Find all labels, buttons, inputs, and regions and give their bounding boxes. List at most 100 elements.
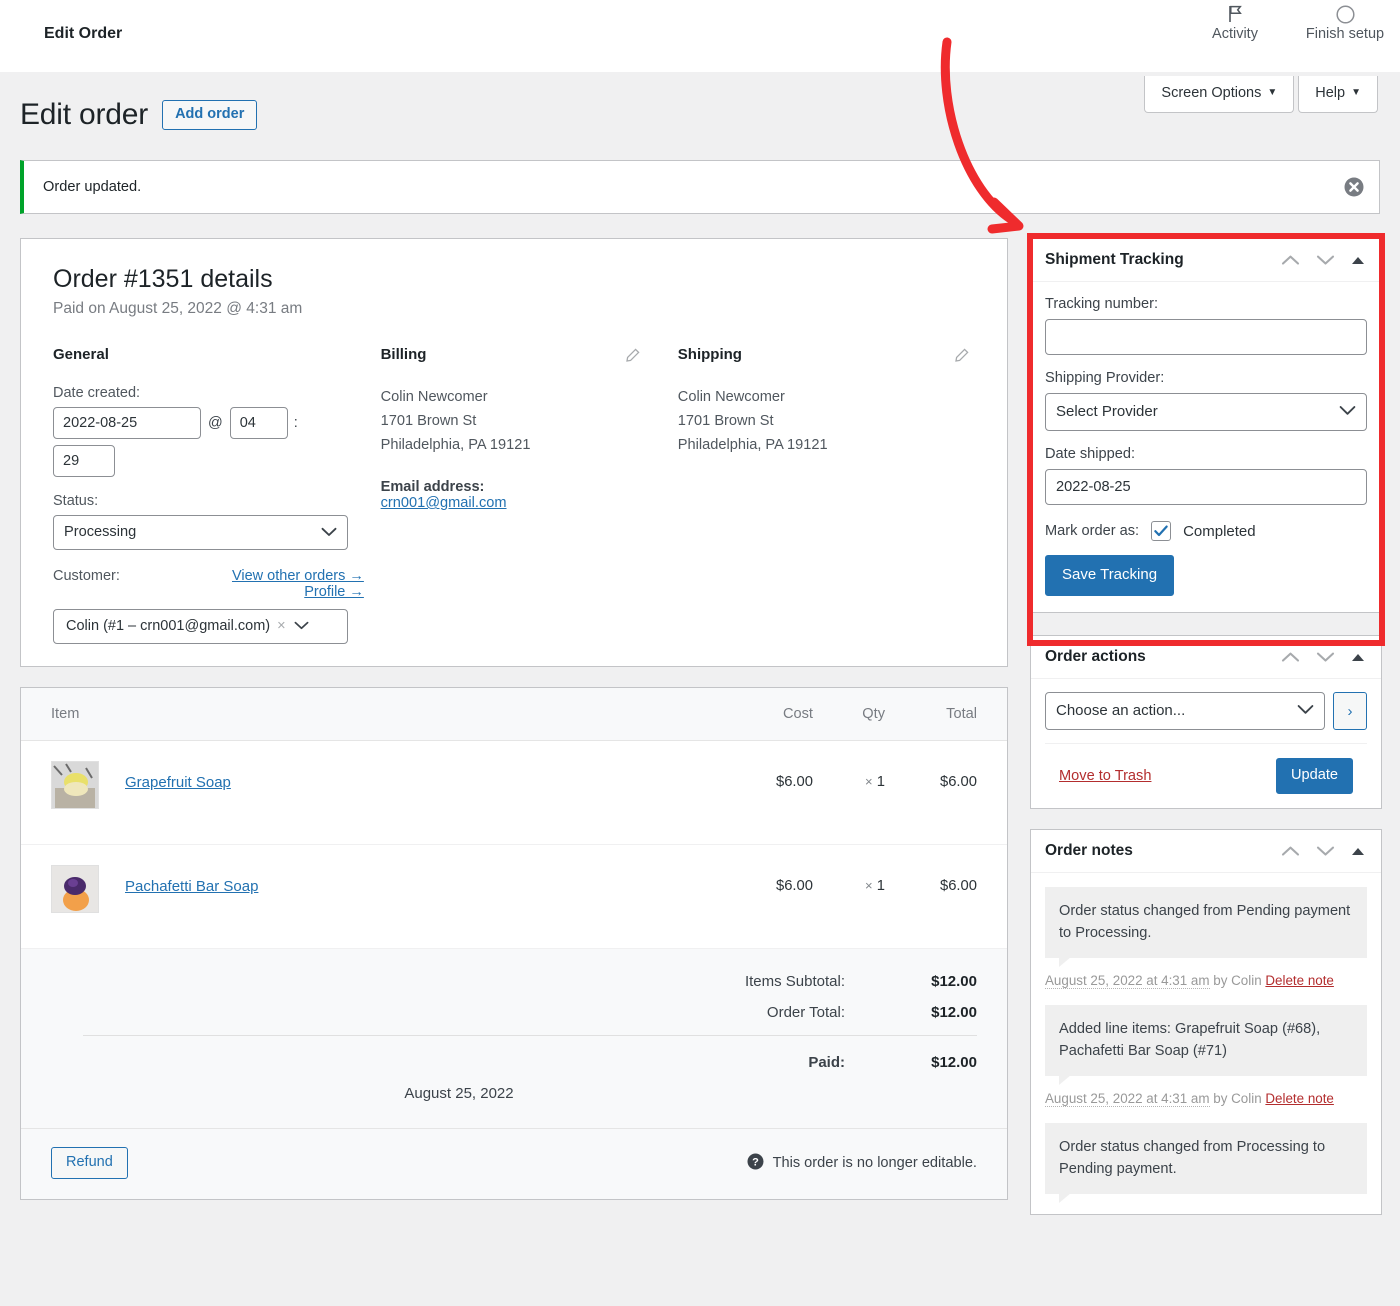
chevron-up-icon[interactable]	[1281, 254, 1300, 266]
not-editable-text: This order is no longer editable.	[772, 1155, 977, 1171]
order-subheading: Paid on August 25, 2022 @ 4:31 am	[53, 300, 303, 317]
list-item: Order status changed from Processing to …	[1045, 1123, 1367, 1203]
billing-street: 1701 Brown St	[380, 413, 477, 429]
apply-action-button[interactable]: ›	[1333, 692, 1367, 730]
date-created-label: Date created:	[53, 385, 141, 401]
chevron-up-icon[interactable]	[1281, 651, 1300, 663]
screen-options-button[interactable]: Screen Options ▼	[1144, 76, 1295, 113]
product-link[interactable]: Pachafetti Bar Soap	[125, 878, 258, 895]
status-select[interactable]: Processing	[53, 515, 348, 550]
add-order-button[interactable]: Add order	[162, 100, 258, 130]
item-qty: × 1	[813, 761, 885, 790]
table-row: Grapefruit Soap $6.00 × 1 $6.00	[21, 741, 1007, 845]
adminbar-item-activity[interactable]: Activity	[1180, 4, 1290, 42]
customer-select[interactable]: Colin (#1 – crn001@gmail.com) ×	[53, 609, 348, 644]
help-label: Help	[1315, 85, 1346, 101]
delete-note-link[interactable]: Delete note	[1265, 973, 1334, 988]
chevron-down-icon[interactable]	[1316, 254, 1335, 266]
edit-pencil-icon[interactable]	[625, 348, 640, 366]
qty-multiplier: ×	[865, 878, 873, 893]
panel-handles	[1281, 651, 1369, 663]
chevron-down-icon	[294, 618, 309, 634]
status-label: Status:	[53, 493, 99, 509]
panel-title: Shipment Tracking	[1045, 251, 1184, 268]
totals-divider	[83, 1035, 977, 1036]
move-to-trash-link[interactable]: Move to Trash	[1059, 768, 1151, 784]
shipping-provider-select-wrap: Select Provider	[1045, 393, 1367, 431]
shipment-tracking-wrap: Shipment Tracking Tracking number: Shipp…	[1027, 233, 1385, 646]
shipping-city-state-zip: Philadelphia, PA 19121	[677, 437, 828, 453]
mark-order-label: Mark order as:	[1045, 523, 1140, 539]
adminbar-item-finish-setup[interactable]: Finish setup	[1290, 4, 1400, 42]
chevron-up-icon[interactable]	[1281, 845, 1300, 857]
choose-action-select[interactable]: Choose an action...	[1045, 692, 1325, 730]
date-created-row: @ :	[53, 407, 381, 439]
shipping-street: 1701 Brown St	[677, 413, 774, 429]
view-other-orders-link[interactable]: View other orders →	[164, 568, 364, 584]
note-meta: August 25, 2022 at 4:31 am by Colin Dele…	[1045, 1088, 1367, 1109]
tracking-number-input[interactable]	[1045, 319, 1367, 355]
mark-order-row: Mark order as: Completed	[1045, 521, 1367, 541]
note-author: by Colin	[1213, 1091, 1262, 1106]
order-columns: General Date created: @ : Status:	[53, 346, 975, 644]
toggle-panel-icon[interactable]	[1351, 256, 1365, 265]
panel-title: Order actions	[1045, 648, 1146, 665]
page-wrap: Screen Options ▼ Help ▼ Edit order Add ord…	[0, 72, 1400, 1306]
paid-row: Paid: $12.00	[51, 1054, 977, 1071]
customer-links: View other orders → Profile →	[164, 568, 364, 600]
close-icon[interactable]: ×	[277, 618, 285, 634]
order-actions-header: Order actions	[1031, 636, 1381, 679]
shipping-heading: Shipping	[677, 346, 742, 363]
item-qty: × 1	[813, 865, 885, 894]
billing-email-label: Email address:	[380, 479, 485, 495]
close-icon[interactable]	[1343, 176, 1365, 198]
minute-input[interactable]	[53, 445, 115, 477]
chevron-down-icon[interactable]	[1316, 845, 1335, 857]
toggle-panel-icon[interactable]	[1351, 653, 1365, 662]
items-subtotal-value: $12.00	[931, 973, 977, 990]
item-name-cell: Pachafetti Bar Soap	[125, 865, 715, 896]
hour-input[interactable]	[229, 407, 288, 439]
totals-row: Items Subtotal: $12.00	[51, 973, 977, 990]
edit-pencil-icon[interactable]	[954, 348, 969, 366]
help-button[interactable]: Help ▼	[1298, 76, 1378, 113]
item-cost: $6.00	[775, 878, 813, 894]
panel-title: Order notes	[1045, 842, 1133, 859]
note-text: Added line items: Grapefruit Soap (#68),…	[1045, 1005, 1367, 1085]
panel-handles	[1281, 254, 1369, 266]
toggle-panel-icon[interactable]	[1351, 847, 1365, 856]
shipment-tracking-header: Shipment Tracking	[1031, 239, 1381, 282]
order-heading: Order #1351 details	[53, 265, 273, 293]
refund-button[interactable]: Refund	[51, 1147, 128, 1179]
mark-completed-checkbox[interactable]	[1151, 521, 1172, 541]
qty-value: 1	[876, 878, 885, 894]
items-subtotal-label: Items Subtotal:	[744, 973, 845, 990]
billing-email-link[interactable]: crn001@gmail.com	[381, 495, 678, 511]
time-colon: :	[293, 415, 298, 431]
date-shipped-input[interactable]	[1045, 469, 1367, 505]
update-button[interactable]: Update	[1275, 758, 1353, 794]
order-total-value: $12.00	[931, 1004, 977, 1021]
customer-row: Customer: View other orders → Profile →	[53, 568, 381, 600]
product-link[interactable]: Grapefruit Soap	[125, 774, 231, 791]
shipping-provider-select[interactable]: Select Provider	[1045, 393, 1367, 431]
delete-note-link[interactable]: Delete note	[1265, 1091, 1334, 1106]
tracking-number-label: Tracking number:	[1045, 296, 1159, 312]
order-general-column: General Date created: @ : Status:	[53, 346, 381, 644]
item-total: $6.00	[939, 878, 977, 894]
order-actions-body: Choose an action... › Move to Trash Upda…	[1031, 679, 1381, 808]
chevron-down-icon[interactable]	[1316, 651, 1335, 663]
items-footer: Refund ? This order is no longer editabl…	[21, 1128, 1007, 1199]
choose-action-select-wrap: Choose an action...	[1045, 692, 1325, 730]
shipment-tracking-panel: Shipment Tracking Tracking number: Shipp…	[1030, 238, 1382, 613]
order-editable-note: ? This order is no longer editable.	[747, 1153, 977, 1174]
date-created-input[interactable]	[53, 407, 201, 439]
general-heading: General	[53, 346, 109, 363]
item-cost: $6.00	[775, 774, 813, 790]
save-tracking-button[interactable]: Save Tracking	[1045, 555, 1175, 596]
order-actions-panel: Order actions Choose an action... › Move…	[1030, 635, 1382, 809]
mark-order-value: Completed	[1183, 522, 1256, 540]
profile-link[interactable]: Profile →	[164, 584, 364, 600]
pachafetti-bar-soap-thumbnail	[51, 865, 99, 913]
billing-address: Colin Newcomer 1701 Brown St Philadelphi…	[381, 385, 678, 457]
